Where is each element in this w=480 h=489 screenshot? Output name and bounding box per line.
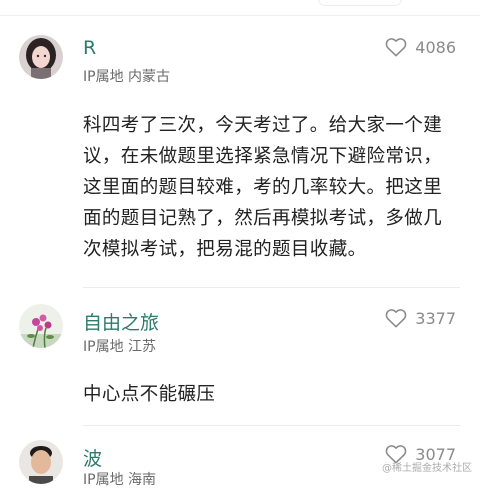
username[interactable]: 自由之旅 (83, 308, 159, 335)
avatar[interactable] (19, 35, 63, 79)
avatar-image-icon (19, 304, 63, 348)
ip-location: IP属地 江苏 (83, 339, 157, 355)
avatar-image-icon (19, 440, 63, 484)
heart-outline-icon (385, 309, 407, 328)
ip-location: IP属地 内蒙古 (83, 69, 171, 85)
like-count: 3377 (415, 308, 456, 328)
username[interactable]: 波 (83, 444, 102, 471)
top-strip (0, 0, 480, 16)
avatar[interactable] (19, 440, 63, 484)
like-button[interactable]: 3377 (385, 308, 456, 328)
top-divider (0, 15, 480, 16)
ip-location: IP属地 海南 (83, 472, 157, 488)
comment-divider (83, 425, 460, 426)
heart-outline-icon (385, 38, 407, 57)
comment-divider (83, 287, 460, 288)
watermark: @稀土掘金技术社区 (382, 463, 472, 474)
username[interactable]: R (83, 37, 96, 59)
comment-text: 科四考了三次，今天考过了。给大家一个建议，在未做题里选择紧急情况下避险常识，这里… (83, 115, 443, 260)
top-button-edge[interactable] (318, 0, 402, 6)
avatar[interactable] (19, 304, 63, 348)
comment-text: 中心点不能碾压 (83, 384, 216, 405)
avatar-image-icon (19, 35, 63, 79)
like-count: 4086 (415, 37, 456, 57)
like-button[interactable]: 4086 (385, 37, 456, 57)
